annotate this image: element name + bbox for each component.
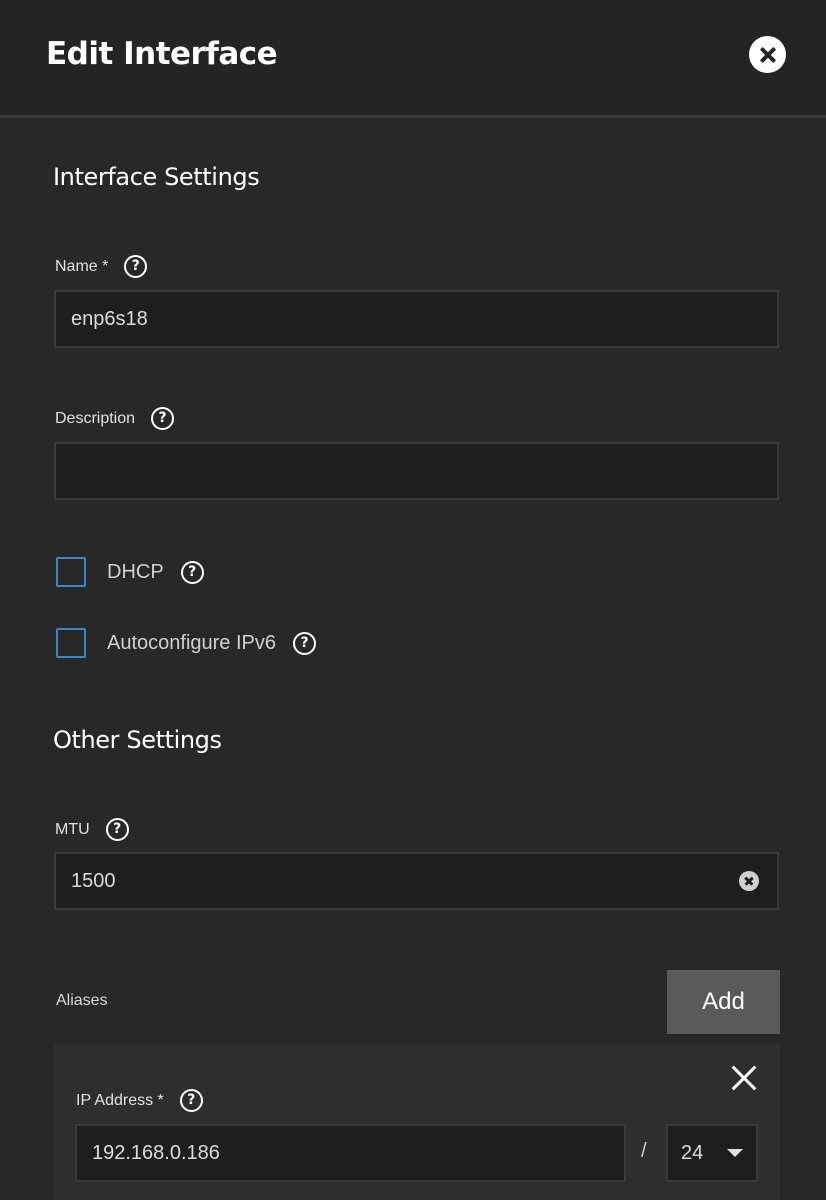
add-alias-button[interactable]: Add [667,970,780,1034]
dialog-title: Edit Interface [46,36,278,72]
netmask-separator: / [641,1140,647,1162]
ip-address-input[interactable]: 192.168.0.186 [75,1124,626,1182]
name-label-row: Name * ? [55,255,148,278]
ip-address-value: 192.168.0.186 [92,1141,220,1164]
mtu-label: MTU [55,820,90,838]
clear-icon[interactable] [739,871,759,891]
name-input-value: enp6s18 [71,307,148,330]
name-input[interactable]: enp6s18 [54,290,779,348]
ip-address-label-row: IP Address * ? [76,1089,203,1112]
section-title-interface-settings: Interface Settings [53,163,260,191]
description-label: Description [55,409,136,427]
mtu-input-value: 1500 [71,869,116,892]
dhcp-label[interactable]: DHCP [107,561,164,584]
description-input[interactable] [54,442,779,500]
mtu-input[interactable]: 1500 [54,852,779,910]
mtu-label-row: MTU ? [55,818,129,841]
dhcp-checkbox[interactable] [56,557,86,587]
help-icon[interactable]: ? [293,631,316,655]
autoconfigure-ipv6-checkbox[interactable] [56,628,86,658]
help-icon[interactable]: ? [179,1089,203,1112]
help-icon[interactable]: ? [180,560,204,584]
close-icon[interactable] [749,36,786,73]
remove-alias-icon[interactable] [730,1064,758,1092]
name-label: Name * [55,257,109,275]
help-icon[interactable]: ? [105,818,129,841]
netmask-select[interactable]: 24 [666,1124,758,1182]
aliases-label: Aliases [56,992,108,1009]
dhcp-row: DHCP ? [56,557,204,587]
help-icon[interactable]: ? [124,255,148,278]
autoconfigure-ipv6-label[interactable]: Autoconfigure IPv6 [107,632,276,655]
dialog-header: Edit Interface [0,0,826,118]
chevron-down-icon [727,1149,743,1157]
description-label-row: Description ? [55,407,175,430]
autoconfigure-ipv6-row: Autoconfigure IPv6 ? [56,628,316,658]
help-icon[interactable]: ? [151,407,175,430]
ip-address-label: IP Address * [76,1091,164,1109]
section-title-other-settings: Other Settings [53,726,222,754]
netmask-value: 24 [681,1141,704,1164]
